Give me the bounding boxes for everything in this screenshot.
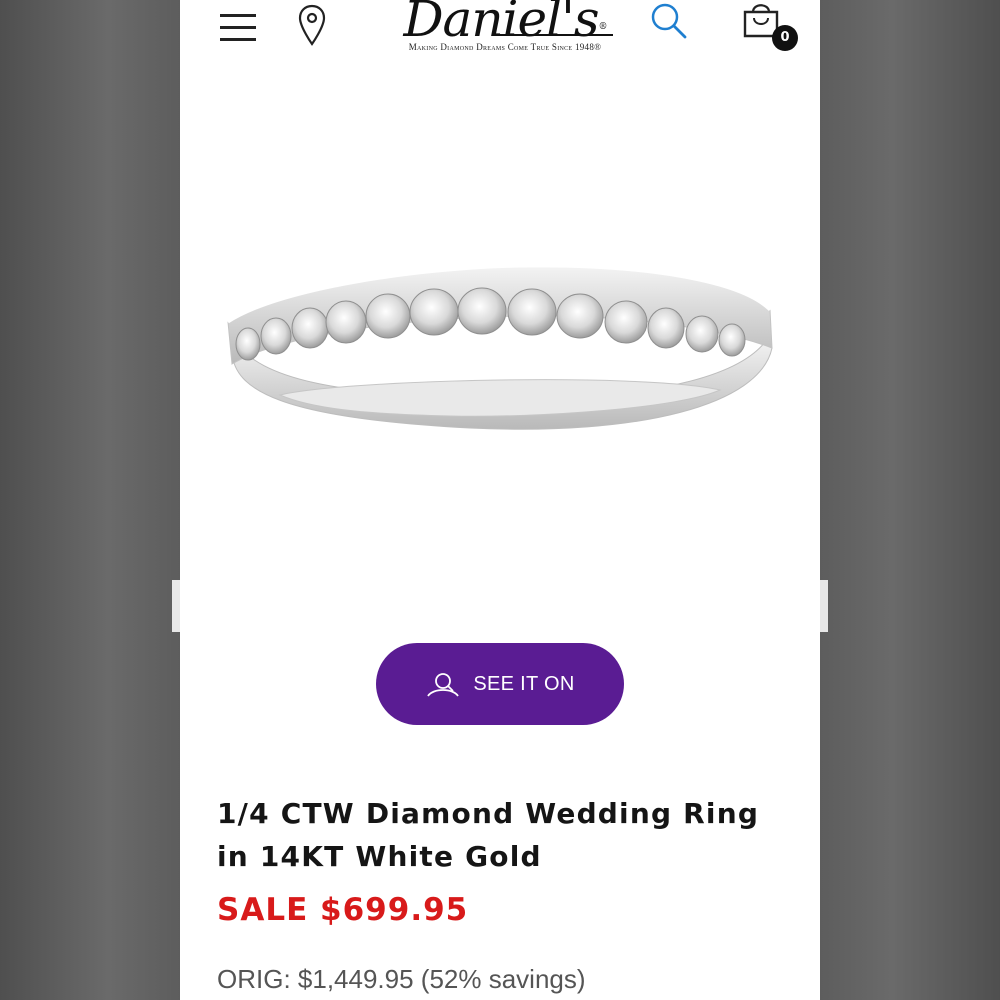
logo-tagline: Making Diamond Dreams Come True Since 19… [408, 42, 602, 52]
logo-wordmark: Daniel's® [403, 0, 607, 48]
see-it-on-button[interactable]: SEE IT ON [376, 643, 624, 725]
product-title: 1/4 CTW Diamond Wedding Ring in 14KT Whi… [217, 797, 760, 873]
cart-count-badge: 0 [772, 25, 798, 51]
see-it-on-label: SEE IT ON [473, 672, 575, 695]
virtual-try-on-icon [427, 673, 460, 697]
phone-screen: Daniel's® Making Diamond Dreams Come Tru… [180, 0, 820, 1000]
hamburger-menu-icon[interactable] [220, 14, 256, 42]
diamond-ring-image [227, 264, 773, 430]
device-edge-left [172, 580, 180, 632]
sale-price: SALE $699.95 [217, 892, 469, 928]
original-price: ORIG: $1,449.95 (52% savings) [217, 964, 586, 994]
background-left [0, 0, 180, 1000]
background-right [820, 0, 1000, 1000]
site-header: Daniel's® Making Diamond Dreams Come Tru… [180, 0, 820, 60]
map-pin-icon[interactable] [298, 4, 326, 46]
search-icon[interactable] [646, 0, 690, 44]
device-edge-right [820, 580, 828, 632]
daniels-logo[interactable]: Daniel's® Making Diamond Dreams Come Tru… [385, 0, 625, 64]
logo-underline [493, 34, 613, 36]
